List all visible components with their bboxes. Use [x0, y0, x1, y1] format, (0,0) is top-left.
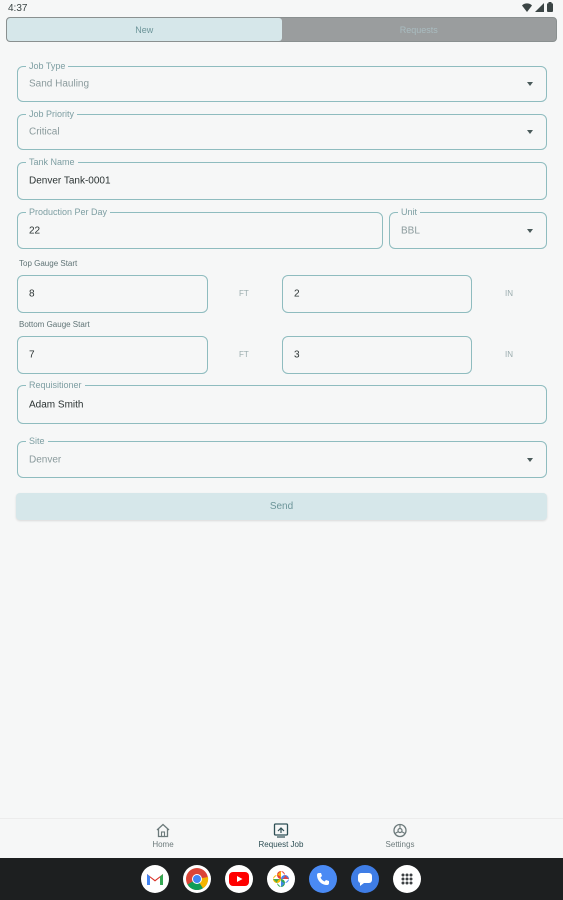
tank-name-field[interactable]: Tank Name Denver Tank-0001 [17, 157, 547, 200]
dropdown-arrow-icon [527, 82, 533, 86]
messages-app[interactable] [351, 865, 379, 893]
job-type-dropdown[interactable]: Job Type Sand Hauling [17, 61, 547, 102]
bottom-gauge-ft-value: 7 [29, 349, 35, 361]
chrome-app[interactable] [183, 865, 211, 893]
site-dropdown[interactable]: Site Denver [17, 436, 547, 478]
unit-label: Unit [398, 207, 421, 218]
signal-icon [535, 2, 544, 12]
youtube-icon [229, 872, 249, 886]
top-gauge-ft-field[interactable]: 8 [17, 275, 208, 313]
nav-settings[interactable]: Settings [355, 823, 445, 849]
top-gauge-ft-unit: FT [239, 289, 249, 298]
job-type-label: Job Type [26, 61, 69, 72]
dropdown-arrow-icon [527, 457, 533, 462]
unit-dropdown[interactable]: Unit BBL [389, 207, 547, 249]
job-priority-dropdown[interactable]: Job Priority Critical [17, 109, 547, 150]
youtube-app[interactable] [225, 865, 253, 893]
status-time: 4:37 [8, 3, 28, 14]
job-priority-value: Critical [29, 126, 60, 138]
bottom-gauge-label: Bottom Gauge Start [19, 320, 90, 329]
phone-icon [317, 873, 329, 885]
bottom-gauge-ft-field[interactable]: 7 [17, 336, 208, 374]
top-gauge-ft-value: 8 [29, 288, 35, 300]
dropdown-arrow-icon [527, 130, 533, 134]
nav-home[interactable]: Home [118, 823, 208, 849]
phone-app[interactable] [309, 865, 337, 893]
nav-home-label: Home [152, 840, 174, 849]
nav-request-job-label: Request Job [258, 840, 304, 849]
gmail-app[interactable] [141, 865, 169, 893]
tab-new[interactable]: New [7, 18, 282, 41]
chrome-icon [186, 868, 209, 891]
tank-name-value: Denver Tank-0001 [29, 175, 111, 187]
nav-request-job[interactable]: Request Job [236, 823, 326, 849]
gmail-icon [147, 874, 163, 885]
photos-icon [273, 871, 289, 887]
system-dock [0, 858, 563, 900]
tab-requests[interactable]: Requests [282, 18, 557, 41]
production-per-day-field[interactable]: Production Per Day 22 [17, 207, 383, 249]
status-bar: 4:37 [0, 0, 563, 16]
requisitioner-label: Requisitioner [26, 380, 85, 391]
app-drawer[interactable] [393, 865, 421, 893]
job-type-value: Sand Hauling [29, 78, 90, 90]
production-per-day-label: Production Per Day [26, 207, 111, 218]
production-per-day-value: 22 [29, 225, 41, 236]
top-gauge-in-unit: IN [505, 289, 513, 298]
nav-settings-label: Settings [385, 840, 415, 849]
battery-icon [547, 2, 553, 12]
top-gauge-in-value: 2 [294, 288, 300, 300]
bottom-gauge-in-field[interactable]: 3 [282, 336, 472, 374]
tank-name-label: Tank Name [26, 157, 78, 168]
top-gauge-in-field[interactable]: 2 [282, 275, 472, 313]
bottom-gauge-in-value: 3 [294, 349, 300, 361]
messages-icon [358, 873, 372, 886]
requisitioner-field[interactable]: Requisitioner Adam Smith [17, 380, 547, 424]
settings-icon [393, 823, 407, 838]
requisitioner-value: Adam Smith [29, 399, 84, 410]
app-drawer-icon [401, 873, 413, 885]
bottom-gauge-in-unit: IN [505, 350, 513, 359]
site-value: Denver [29, 454, 62, 465]
send-button[interactable]: Send [16, 493, 547, 520]
dropdown-arrow-icon [527, 228, 533, 233]
unit-value: BBL [401, 225, 420, 236]
tab-bar: New Requests [6, 17, 557, 42]
request-job-icon [273, 823, 289, 838]
bottom-navigation: Home Request Job Settings [0, 818, 563, 858]
status-icons [522, 2, 553, 12]
photos-app[interactable] [267, 865, 295, 893]
home-icon [156, 823, 170, 838]
site-label: Site [26, 436, 48, 447]
wifi-icon [522, 2, 532, 12]
job-priority-label: Job Priority [26, 109, 78, 120]
top-gauge-label: Top Gauge Start [19, 259, 78, 268]
bottom-gauge-ft-unit: FT [239, 350, 249, 359]
